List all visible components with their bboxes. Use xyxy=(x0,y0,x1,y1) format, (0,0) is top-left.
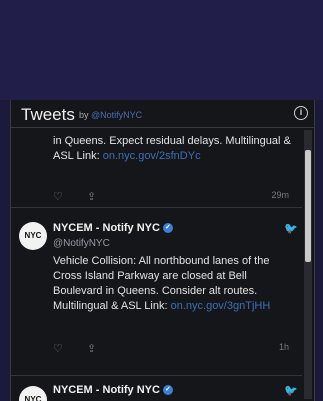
tweet-item[interactable]: NYC NYCEM - Notify NYC ✓ 🐦 xyxy=(11,376,302,401)
tweet-author-handle[interactable]: @NotifyNYC xyxy=(53,238,110,249)
widget-byline: by @NotifyNYC xyxy=(79,110,142,120)
tweet-text: Vehicle Collision: All northbound lanes … xyxy=(53,254,293,314)
tweet-link[interactable]: on.nyc.gov/2sfnDYc xyxy=(103,150,201,162)
widget-header: Tweets by @NotifyNYC i xyxy=(11,100,314,128)
tweet-timestamp[interactable]: 1h xyxy=(279,342,289,352)
heart-icon[interactable]: ♡ xyxy=(53,190,63,203)
heart-icon[interactable]: ♡ xyxy=(53,342,63,355)
page-top-band xyxy=(0,0,323,100)
tweet-item[interactable]: in Queens. Expect residual delays. Multi… xyxy=(11,128,302,208)
twitter-timeline-widget: Tweets by @NotifyNYC i in Queens. Expect… xyxy=(10,100,315,401)
verified-badge-icon: ✓ xyxy=(162,223,173,234)
share-icon[interactable]: ⇪ xyxy=(87,342,96,355)
byline-handle-link[interactable]: @NotifyNYC xyxy=(91,110,142,120)
widget-title: Tweets xyxy=(21,105,75,124)
tweet-actions: ♡ ⇪ 29m xyxy=(53,190,293,204)
byline-label: by xyxy=(79,110,89,120)
avatar[interactable]: NYC xyxy=(19,386,47,401)
tweet-actions: ♡ ⇪ 1h xyxy=(53,342,293,356)
author-name-text: NYCEM - Notify NYC xyxy=(53,384,160,396)
tweet-item[interactable]: NYC NYCEM - Notify NYC ✓ @NotifyNYC 🐦 Veh… xyxy=(11,208,302,376)
twitter-bird-icon[interactable]: 🐦 xyxy=(284,222,298,235)
tweet-author-name[interactable]: NYCEM - Notify NYC ✓ xyxy=(53,384,173,396)
scrollbar-thumb[interactable] xyxy=(305,150,311,262)
tweet-link[interactable]: on.nyc.gov/3gnTjHH xyxy=(171,300,271,312)
tweet-feed[interactable]: in Queens. Expect residual delays. Multi… xyxy=(11,128,302,401)
twitter-bird-icon[interactable]: 🐦 xyxy=(284,384,298,397)
author-name-text: NYCEM - Notify NYC xyxy=(53,222,160,234)
tweet-text: in Queens. Expect residual delays. Multi… xyxy=(53,134,293,164)
info-icon[interactable]: i xyxy=(294,106,308,120)
tweet-author-name[interactable]: NYCEM - Notify NYC ✓ xyxy=(53,222,173,234)
avatar[interactable]: NYC xyxy=(19,222,47,250)
tweet-timestamp[interactable]: 29m xyxy=(271,190,289,200)
share-icon[interactable]: ⇪ xyxy=(87,190,96,203)
feed-scrollbar[interactable] xyxy=(304,130,312,399)
verified-badge-icon: ✓ xyxy=(162,385,173,396)
